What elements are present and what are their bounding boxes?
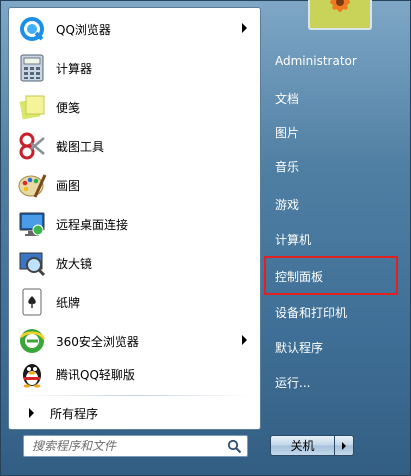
right-item-label: 游戏 xyxy=(275,197,300,212)
qq-penguin-icon xyxy=(16,358,48,390)
program-label: 远程桌面连接 xyxy=(56,217,129,232)
right-item-pictures[interactable]: 图片 xyxy=(269,117,400,147)
divider xyxy=(17,395,253,396)
program-label: 360安全浏览器 xyxy=(56,334,139,349)
all-programs-label: 所有程序 xyxy=(50,406,99,421)
right-item-label: 默认程序 xyxy=(275,340,324,355)
program-label: 腾讯QQ轻聊版 xyxy=(56,367,135,382)
qq-browser-icon xyxy=(16,13,48,45)
program-calculator[interactable]: 计算器 xyxy=(12,50,257,86)
program-label: 截图工具 xyxy=(56,139,105,154)
program-label: 画图 xyxy=(56,178,81,193)
right-item-default-programs[interactable]: 默认程序 xyxy=(269,332,400,362)
right-item-label: 计算机 xyxy=(275,232,312,247)
right-item-devices-printers[interactable]: 设备和打印机 xyxy=(269,297,400,327)
program-solitaire[interactable]: 纸牌 xyxy=(12,284,257,320)
search-input[interactable] xyxy=(30,438,222,454)
right-item-label: 文档 xyxy=(275,91,300,106)
start-menu: QQ浏览器 计算器 便笺 截图工具 画图 远程桌面连接 放大镜 纸牌 360安全… xyxy=(0,0,411,476)
sticky-notes-icon xyxy=(16,91,48,123)
search-area xyxy=(8,431,261,469)
right-item-label: 运行... xyxy=(275,375,311,390)
360-browser-icon xyxy=(16,325,48,357)
flower-avatar-icon xyxy=(310,0,370,28)
right-item-music[interactable]: 音乐 xyxy=(269,151,400,181)
remote-desktop-icon xyxy=(16,208,48,240)
submenu-arrow-icon[interactable] xyxy=(242,23,247,33)
program-magnifier[interactable]: 放大镜 xyxy=(12,245,257,281)
program-qq-browser[interactable]: QQ浏览器 xyxy=(12,11,257,47)
program-label: 纸牌 xyxy=(56,295,81,310)
program-remote-desktop[interactable]: 远程桌面连接 xyxy=(12,206,257,242)
program-snipping-tool[interactable]: 截图工具 xyxy=(12,128,257,164)
right-item-computer[interactable]: 计算机 xyxy=(269,224,400,254)
program-360-browser[interactable]: 360安全浏览器 xyxy=(12,323,257,359)
all-programs-button[interactable]: 所有程序 xyxy=(17,400,253,426)
right-item-administrator[interactable]: Administrator xyxy=(269,46,400,76)
right-item-label: Administrator xyxy=(275,54,357,68)
program-label: 放大镜 xyxy=(56,256,93,271)
program-label: 计算器 xyxy=(56,61,93,76)
calculator-icon xyxy=(16,52,48,84)
solitaire-icon xyxy=(16,286,48,318)
right-item-label: 图片 xyxy=(275,125,300,140)
avatar[interactable] xyxy=(308,0,372,30)
right-item-label: 设备和打印机 xyxy=(275,305,348,320)
paint-icon xyxy=(16,169,48,201)
all-programs-arrow-icon xyxy=(29,408,34,418)
program-label: 便笺 xyxy=(56,100,81,115)
right-item-games[interactable]: 游戏 xyxy=(269,189,400,219)
submenu-arrow-icon[interactable] xyxy=(242,335,247,345)
right-item-documents[interactable]: 文档 xyxy=(269,83,400,113)
shutdown-group: 关机 xyxy=(270,435,356,456)
program-paint[interactable]: 画图 xyxy=(12,167,257,203)
right-item-label: 音乐 xyxy=(275,159,300,174)
shutdown-options-button[interactable] xyxy=(335,435,354,456)
magnifier-icon xyxy=(16,247,48,279)
shutdown-label: 关机 xyxy=(290,439,315,453)
program-label: QQ浏览器 xyxy=(56,22,111,37)
programs-pane: QQ浏览器 计算器 便笺 截图工具 画图 远程桌面连接 放大镜 纸牌 360安全… xyxy=(8,7,261,430)
right-item-run[interactable]: 运行... xyxy=(269,367,400,397)
chevron-right-icon xyxy=(342,441,346,450)
search-icon[interactable] xyxy=(227,439,242,454)
search-box[interactable] xyxy=(23,435,248,457)
program-sticky-notes[interactable]: 便笺 xyxy=(12,89,257,125)
shutdown-button[interactable]: 关机 xyxy=(270,435,335,456)
snipping-tool-icon xyxy=(16,130,48,162)
program-qq-lite[interactable]: 腾讯QQ轻聊版 xyxy=(12,356,257,392)
highlight-box xyxy=(264,256,398,295)
